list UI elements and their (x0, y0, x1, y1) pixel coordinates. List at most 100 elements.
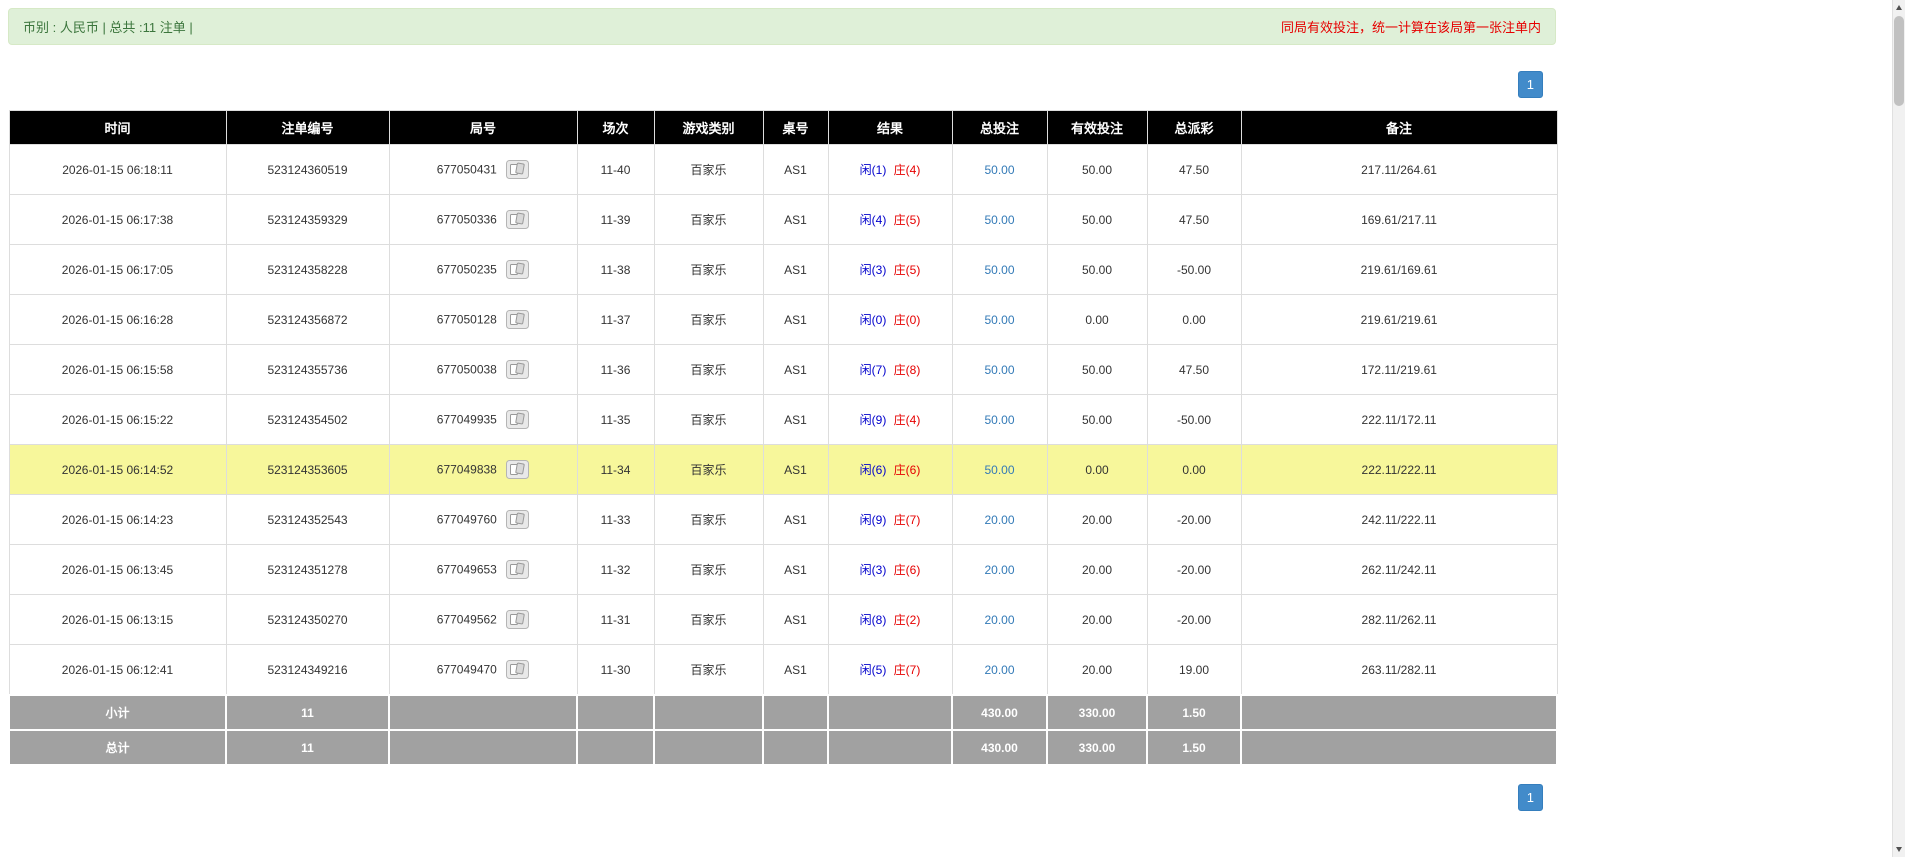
col-game-type: 游戏类别 (654, 111, 763, 145)
cell-bet-id: 523124350270 (226, 595, 389, 645)
cell-table-no: AS1 (763, 145, 828, 195)
cell-time: 2026-01-15 06:15:22 (9, 395, 226, 445)
cell-result: 闲(8) 庄(2) (828, 595, 952, 645)
cards-icon (506, 160, 529, 179)
cell-valid-bet: 50.00 (1047, 245, 1147, 295)
total-bet-link[interactable]: 50.00 (984, 163, 1014, 177)
table-row: 2026-01-15 06:14:23 523124352543 6770497… (9, 495, 1557, 545)
result-player: 闲(5) (860, 663, 887, 677)
cell-game-type: 百家乐 (654, 445, 763, 495)
cell-round: 677049470 (389, 645, 577, 696)
cell-valid-bet: 50.00 (1047, 395, 1147, 445)
cell-result: 闲(4) 庄(5) (828, 195, 952, 245)
view-cards-button[interactable] (506, 160, 529, 179)
result-banker: 庄(5) (894, 263, 921, 277)
total-bet-link[interactable]: 20.00 (984, 513, 1014, 527)
cell-remark: 217.11/264.61 (1241, 145, 1557, 195)
view-cards-button[interactable] (506, 260, 529, 279)
result-banker: 庄(0) (894, 313, 921, 327)
cell-total-bet: 50.00 (952, 345, 1047, 395)
result-player: 闲(4) (860, 213, 887, 227)
scroll-up-arrow-icon[interactable] (1893, 0, 1905, 15)
result-banker: 庄(7) (894, 663, 921, 677)
cell-game-type: 百家乐 (654, 545, 763, 595)
cell-result: 闲(9) 庄(7) (828, 495, 952, 545)
result-banker: 庄(6) (894, 463, 921, 477)
cell-game-type: 百家乐 (654, 595, 763, 645)
table-row: 2026-01-15 06:15:58 523124355736 6770500… (9, 345, 1557, 395)
subtotal-total-bet: 430.00 (952, 695, 1047, 730)
cell-game-type: 百家乐 (654, 645, 763, 696)
total-bet-link[interactable]: 50.00 (984, 463, 1014, 477)
page-1-button[interactable]: 1 (1518, 71, 1543, 98)
cell-bet-id: 523124356872 (226, 295, 389, 345)
col-remark: 备注 (1241, 111, 1557, 145)
total-bet-link[interactable]: 20.00 (984, 563, 1014, 577)
view-cards-button[interactable] (506, 510, 529, 529)
cell-game-type: 百家乐 (654, 195, 763, 245)
total-valid-bet: 330.00 (1047, 730, 1147, 765)
cell-total-bet: 20.00 (952, 495, 1047, 545)
total-bet-link[interactable]: 20.00 (984, 613, 1014, 627)
view-cards-button[interactable] (506, 410, 529, 429)
subtotal-label: 小计 (9, 695, 226, 730)
cell-total-bet: 20.00 (952, 595, 1047, 645)
cell-result: 闲(0) 庄(0) (828, 295, 952, 345)
cell-valid-bet: 20.00 (1047, 495, 1147, 545)
cell-round: 677049562 (389, 595, 577, 645)
total-bet-link[interactable]: 50.00 (984, 213, 1014, 227)
cell-remark: 222.11/172.11 (1241, 395, 1557, 445)
view-cards-button[interactable] (506, 610, 529, 629)
cell-result: 闲(9) 庄(4) (828, 395, 952, 445)
result-banker: 庄(2) (894, 613, 921, 627)
view-cards-button[interactable] (506, 660, 529, 679)
cell-round: 677049838 (389, 445, 577, 495)
cell-session: 11-34 (577, 445, 654, 495)
result-player: 闲(3) (860, 263, 887, 277)
total-bet-link[interactable]: 50.00 (984, 263, 1014, 277)
cards-icon (506, 460, 529, 479)
cell-payout: 19.00 (1147, 645, 1241, 696)
scrollbar-thumb[interactable] (1894, 16, 1904, 106)
cell-bet-id: 523124354502 (226, 395, 389, 445)
view-cards-button[interactable] (506, 360, 529, 379)
cell-table-no: AS1 (763, 195, 828, 245)
cell-payout: 0.00 (1147, 295, 1241, 345)
cell-remark: 172.11/219.61 (1241, 345, 1557, 395)
cell-game-type: 百家乐 (654, 295, 763, 345)
cell-game-type: 百家乐 (654, 345, 763, 395)
cards-icon (506, 360, 529, 379)
total-bet-link[interactable]: 50.00 (984, 413, 1014, 427)
total-bet-link[interactable]: 50.00 (984, 313, 1014, 327)
cell-time: 2026-01-15 06:18:11 (9, 145, 226, 195)
total-bet-link[interactable]: 20.00 (984, 663, 1014, 677)
view-cards-button[interactable] (506, 560, 529, 579)
total-bet-link[interactable]: 50.00 (984, 363, 1014, 377)
page-1-button-bottom[interactable]: 1 (1518, 784, 1543, 811)
cell-table-no: AS1 (763, 395, 828, 445)
scroll-down-arrow-icon[interactable] (1893, 842, 1905, 857)
view-cards-button[interactable] (506, 210, 529, 229)
round-number: 677050431 (437, 163, 497, 177)
table-row: 2026-01-15 06:14:52 523124353605 6770498… (9, 445, 1557, 495)
result-banker: 庄(4) (894, 163, 921, 177)
cell-round: 677050038 (389, 345, 577, 395)
round-number: 677049562 (437, 613, 497, 627)
cards-icon (506, 310, 529, 329)
cell-valid-bet: 0.00 (1047, 445, 1147, 495)
cell-session: 11-36 (577, 345, 654, 395)
cell-remark: 219.61/169.61 (1241, 245, 1557, 295)
cell-remark: 262.11/242.11 (1241, 545, 1557, 595)
cell-payout: -20.00 (1147, 545, 1241, 595)
view-cards-button[interactable] (506, 460, 529, 479)
round-number: 677049470 (437, 663, 497, 677)
cell-total-bet: 50.00 (952, 295, 1047, 345)
round-number: 677049760 (437, 513, 497, 527)
col-bet-id: 注单编号 (226, 111, 389, 145)
vertical-scrollbar[interactable] (1892, 0, 1905, 857)
cell-total-bet: 20.00 (952, 545, 1047, 595)
view-cards-button[interactable] (506, 310, 529, 329)
round-number: 677050128 (437, 313, 497, 327)
table-row: 2026-01-15 06:17:38 523124359329 6770503… (9, 195, 1557, 245)
cell-game-type: 百家乐 (654, 395, 763, 445)
